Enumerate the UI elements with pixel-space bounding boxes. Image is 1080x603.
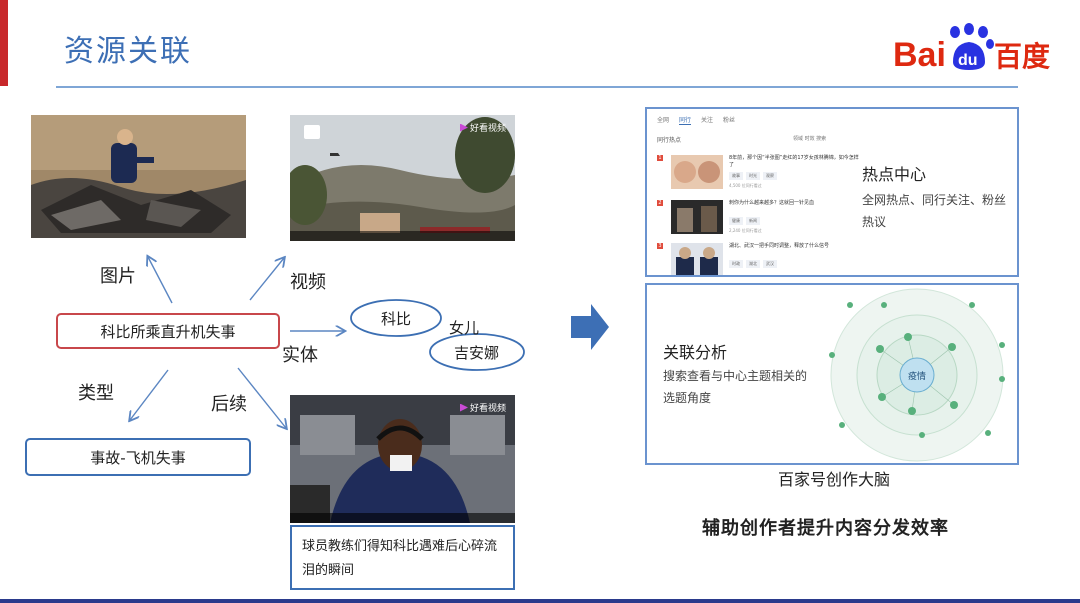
edge-label-video: 视频 <box>290 272 326 293</box>
hot-tag: 时光 <box>746 172 760 180</box>
hot-headline: 湖北、武汉一把手同时调整，释放了什么信号 <box>729 243 830 249</box>
hot-tag: 健康 <box>729 217 743 225</box>
hot-tags: 健康 新闻 <box>729 217 760 225</box>
relation-analysis-desc: 搜索查看与中心主题相关的选题角度 <box>663 369 808 405</box>
hot-tag: 故事 <box>729 172 743 180</box>
hot-center-panel: 全网 同行 关注 粉丝 同行热点 领域 时效 搜索 1 8年前，那个因“半张图”… <box>645 107 1019 277</box>
hot-list-item[interactable]: 1 8年前，那个因“半张图”走红的17岁女孩林腾锦，如今怎样了 故事 时光 观察… <box>657 155 859 195</box>
arrow-to-type <box>130 369 169 420</box>
tab-fans[interactable]: 粉丝 <box>723 115 735 125</box>
right-arrow-icon <box>571 304 609 350</box>
center-topic-label: 疫情 <box>908 370 926 382</box>
hot-tag: 武汉 <box>763 260 777 268</box>
hot-headline: 刺你为什么越来越多？这就回一针见血 <box>729 200 815 206</box>
entity-relation-label: 女儿 <box>449 319 480 337</box>
tab-all[interactable]: 全网 <box>657 115 669 125</box>
main-topic-node[interactable]: 科比所乘直升机失事 <box>56 313 280 349</box>
hot-thumbnail <box>671 155 723 189</box>
edge-label-image: 图片 <box>100 266 136 287</box>
hot-tag: 时政 <box>729 260 743 268</box>
hot-tag: 湖北 <box>746 260 760 268</box>
arrow-to-image <box>148 257 173 304</box>
relation-analysis-panel: 关联分析 搜索查看与中心主题相关的选题角度 疫情 <box>645 283 1019 465</box>
edge-label-entity: 实体 <box>282 345 318 366</box>
edge-label-type: 类型 <box>78 383 114 404</box>
hot-center-title: 热点中心 <box>862 165 927 184</box>
hot-thumbnail <box>671 200 723 234</box>
relation-analysis-title: 关联分析 <box>663 343 728 362</box>
edge-label-followup: 后续 <box>211 394 247 415</box>
product-name: 百家号创作大脑 <box>778 470 891 489</box>
type-node[interactable]: 事故-飞机失事 <box>25 438 251 476</box>
hot-tabs: 全网 同行 关注 粉丝 <box>657 115 735 125</box>
topic-network-graph[interactable]: 疫情 <box>812 285 1017 463</box>
hot-headline: 8年前，那个因“半张图”走红的17岁女孩林腾锦，如今怎样了 <box>729 155 859 168</box>
hot-filter[interactable]: 领域 时效 搜索 <box>793 135 826 142</box>
tab-following[interactable]: 关注 <box>701 115 713 125</box>
hot-tags: 时政 湖北 武汉 <box>729 260 777 268</box>
tab-peers[interactable]: 同行 <box>679 115 692 125</box>
hot-rank: 2 <box>657 200 663 206</box>
hot-thumbnail <box>671 243 723 275</box>
bottom-divider <box>0 599 1080 603</box>
entity-gianna-label[interactable]: 吉安娜 <box>454 342 499 363</box>
arrow-to-video <box>249 258 284 301</box>
hot-rank: 1 <box>657 155 663 161</box>
hot-tag: 新闻 <box>746 217 760 225</box>
hot-subheading: 同行热点 <box>657 137 682 144</box>
hot-rank: 3 <box>657 243 663 249</box>
tagline: 辅助创作者提升内容分发效率 <box>702 518 949 539</box>
hot-list-item[interactable]: 3 湖北、武汉一把手同时调整，释放了什么信号 时政 湖北 武汉 <box>657 243 857 275</box>
hot-meta: 4,500 位同行看过 <box>729 183 762 188</box>
hot-list-item[interactable]: 2 刺你为什么越来越多？这就回一针见血 健康 新闻 2,240 位同行看过 <box>657 200 857 240</box>
hot-meta: 2,240 位同行看过 <box>729 228 762 233</box>
hot-tags: 故事 时光 观察 <box>729 172 777 180</box>
entity-kobe-label[interactable]: 科比 <box>381 308 411 329</box>
hot-tag: 观察 <box>763 172 777 180</box>
hot-center-desc: 全网热点、同行关注、粉丝热议 <box>862 193 1007 229</box>
